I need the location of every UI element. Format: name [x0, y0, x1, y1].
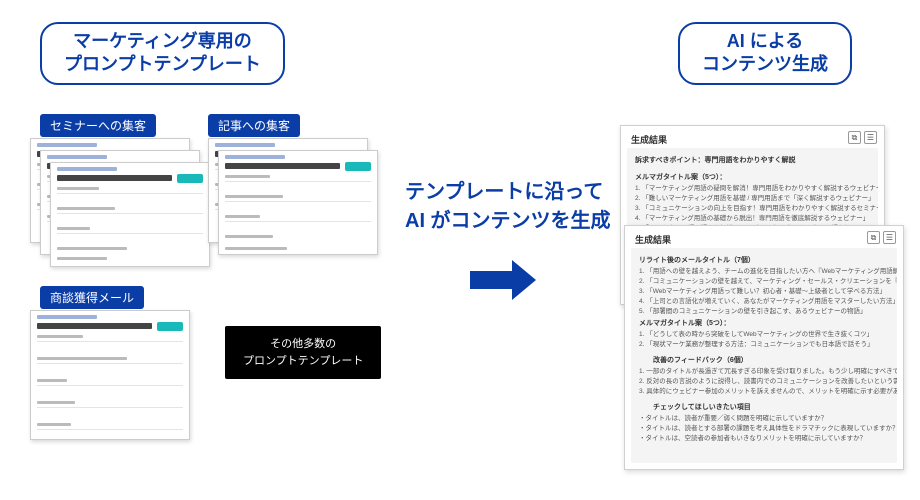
out-line: 1. 「用語への壁を越えよう、チームの進化を目指したい方へ『Webマーケティング… [639, 267, 889, 277]
out-line: 3. 「コミュニケーションの向上を目指す！専門用語をわかりやすく解説するセミナー… [635, 204, 870, 214]
out-line: 1. 一部のタイトルが長過ぎて冗長すぎる印象を受け取りました。もう少し明確にすべ… [639, 367, 889, 377]
label-sales-mail: 商談獲得メール [40, 286, 144, 309]
caption-line2: AI がコンテンツを生成 [405, 210, 611, 232]
out-subhead: 改善のフィードバック（6個） [639, 356, 889, 367]
output-body: リライト後のメールタイトル（7個） 1. 「用語への壁を越えよう、チームの進化を… [631, 248, 897, 463]
flow-caption: テンプレートに沿って AI がコンテンツを生成 [405, 178, 611, 236]
pill-line2: プロンプトテンプレート [64, 54, 261, 74]
template-card [50, 162, 210, 267]
pill-line1: マーケティング専用の [73, 31, 252, 51]
copy-icon[interactable]: ⧉ [867, 231, 880, 244]
other-templates-note: その他多数の プロンプトテンプレート [225, 326, 381, 379]
out-subhead: メルマガタイトル案（5つ）： [639, 319, 889, 330]
label-seminar: セミナーへの集客 [40, 114, 156, 137]
out-line: ・タイトルは、読者が重要／弱く問題を明確に示していますか？ [639, 414, 889, 424]
out-line: 2. 「難しいマーケティング用語を基礎 / 専門用語まで「深く解説するウェビナー… [635, 194, 870, 204]
out-line: 5. 「部署間のコミュニケーションの壁を引き起こす、あるウェビナーの物語」 [639, 307, 889, 317]
out-line: 3. 「Webマーケティング用語って難しい？初心者・基礎～上級者として学べる方法… [639, 287, 889, 297]
dark-line2: プロンプトテンプレート [243, 355, 363, 367]
out-line: ・タイトルは、読者とする部署の課題を考え具体性をドラマチックに表現していますか？ [639, 424, 889, 434]
out-line: 4. 「マーケティング用語の基礎から脱出！専門用語を徹底解説するウェビナー」 [635, 214, 870, 224]
out-line: 2. 反対の長の言説のように説得し、読書内でのコミュニケーションを改善したいとい… [639, 377, 889, 387]
copy-icon[interactable]: ⧉ [848, 131, 861, 144]
out-line: 1. 「マーケティング用語の疑問を解消！専門用語をわかりやすく解説するウェビナー… [635, 184, 870, 194]
ai-output-panel-front: 生成結果 ⧉ ☰ リライト後のメールタイトル（7個） 1. 「用語への壁を越えよ… [624, 225, 904, 470]
out-line: 4. 「上司との言語化が増えていく、あなたがマーケティング用語をマスターしたい方… [639, 297, 889, 307]
export-icon[interactable]: ☰ [864, 131, 877, 144]
marketing-templates-heading: マーケティング専用の プロンプトテンプレート [40, 22, 285, 85]
label-article: 記事への集客 [208, 114, 300, 137]
out-line: 2. 「コミュニケーションの壁を越えて、マーケティング・セールス・クリエーション… [639, 277, 889, 287]
out-subhead: チェックしてほしいきたい項目 [639, 403, 889, 414]
template-card [218, 150, 378, 255]
ai-generation-heading: AI による コンテンツ生成 [678, 22, 852, 85]
export-icon[interactable]: ☰ [883, 231, 896, 244]
out-heading: 訴求すべきポイント：専門用語をわかりやすく解説 [635, 156, 870, 167]
out-line: 2. 「現状マーケ業務が整理する方法：コミュニケーションでも日本語で話そう」 [639, 340, 889, 350]
out-line: 1. 「どうして表の時から突破をしてWebマーケティングの世界で生き抜くコツ」 [639, 330, 889, 340]
out-subhead: メルマガタイトル案（5つ）： [635, 173, 870, 184]
output-title: 生成結果 [635, 233, 671, 246]
pill-r-line1: AI による [727, 31, 803, 51]
pill-r-line2: コンテンツ生成 [702, 54, 828, 74]
template-card [30, 310, 190, 440]
out-subhead: リライト後のメールタイトル（7個） [639, 256, 889, 267]
caption-line1: テンプレートに沿って [405, 181, 603, 203]
out-line: ・タイトルは、空読者の参加者もいきなりメリットを明確に示していますか？ [639, 434, 889, 444]
out-line: 3. 具体的にウェビナー参加のメリットを訴えませんので、メリットを明確に示す必要… [639, 387, 889, 397]
flow-arrow-icon [470, 260, 540, 300]
output-title: 生成結果 [631, 133, 667, 146]
dark-line1: その他多数の [270, 338, 336, 350]
